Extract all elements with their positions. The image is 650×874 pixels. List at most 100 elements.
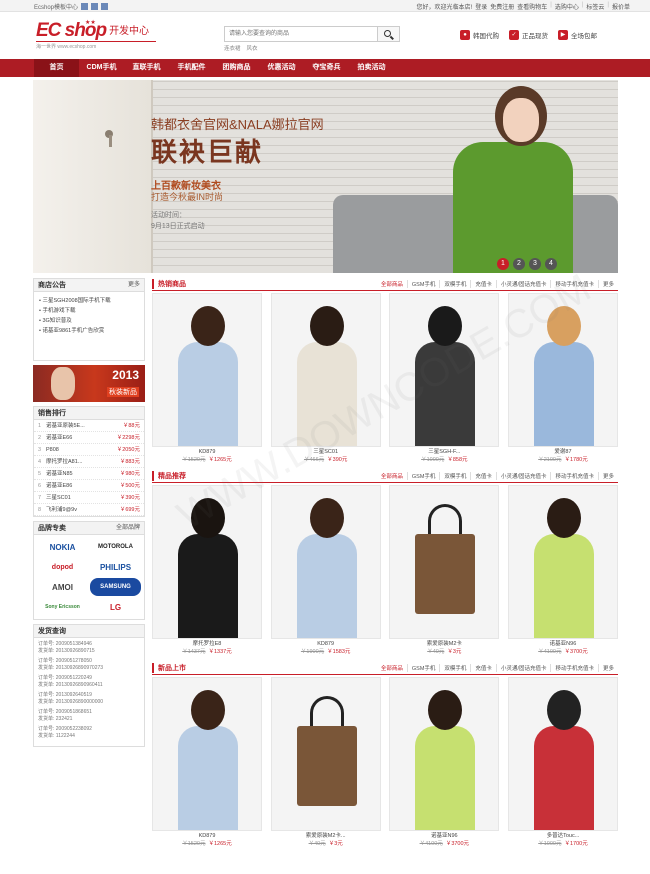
brand-logo-philips[interactable]: PHILIPS [90, 558, 141, 576]
rank-item[interactable]: 3 P808 ￥2050元 [34, 444, 144, 456]
all-brands-link[interactable]: 全部品牌 [116, 522, 140, 534]
section-tab[interactable]: 更多 [597, 280, 618, 288]
product-card[interactable]: KD879 ￥1900元 ￥1583元 [270, 485, 381, 656]
rank-item[interactable]: 7 三星SC01 ￥390元 [34, 492, 144, 504]
product-image[interactable] [507, 485, 618, 639]
section-tab[interactable]: 充值卡 [470, 472, 496, 480]
brand-logo-lg[interactable]: LG [90, 598, 141, 616]
product-image[interactable] [152, 677, 262, 831]
nav-item-home[interactable]: 首页 [34, 59, 79, 77]
section-tab[interactable]: GSM手机 [406, 280, 440, 288]
banner-dot-3[interactable]: 3 [529, 258, 541, 270]
nav-item-accessories[interactable]: 手机配件 [169, 59, 214, 77]
product-name[interactable]: 索爱原装M2卡 [389, 640, 499, 648]
product-card[interactable]: 三星SC01 ￥466元 ￥390元 [270, 293, 381, 464]
product-image[interactable] [389, 293, 500, 447]
product-image[interactable] [152, 485, 262, 639]
search-input[interactable] [225, 27, 377, 41]
product-image[interactable] [389, 677, 500, 831]
brand-logo-amoi[interactable]: AMOI [37, 578, 88, 596]
section-tab[interactable]: GSM手机 [406, 664, 440, 672]
nav-item-treasure[interactable]: 夺宝奇兵 [304, 59, 349, 77]
hero-banner[interactable]: 韩都衣舍官网&NALA娜拉官网 联袂巨献 上百款新妆美衣 打造今秋最IN时尚 活… [33, 80, 618, 273]
login-link[interactable]: 登录 [475, 2, 487, 11]
section-tab[interactable]: 全部商品 [377, 280, 407, 288]
brand-logo-nokia[interactable]: NOKIA [37, 538, 88, 556]
section-tab[interactable]: 双模手机 [439, 472, 470, 480]
section-tab[interactable]: 全部商品 [377, 664, 407, 672]
nav-item-group-buy[interactable]: 团购商品 [214, 59, 259, 77]
section-tab[interactable]: 移动手机充值卡 [550, 472, 598, 480]
quote-link[interactable]: 报价单 [612, 2, 630, 11]
section-tab[interactable]: 移动手机充值卡 [550, 664, 598, 672]
section-tab[interactable]: 双模手机 [439, 664, 470, 672]
hot-keyword[interactable]: 连衣裙 [224, 44, 241, 52]
section-tab[interactable]: 双模手机 [439, 280, 470, 288]
section-tab[interactable]: 全部商品 [377, 472, 407, 480]
hot-keyword[interactable]: 风衣 [247, 44, 258, 52]
section-tab[interactable]: 充值卡 [470, 280, 496, 288]
section-tab[interactable]: 小灵通/固话充值卡 [495, 664, 551, 672]
product-image[interactable] [152, 293, 262, 447]
notice-item[interactable]: • 手机游戏下载 [39, 306, 139, 316]
qq-icon[interactable] [101, 3, 109, 10]
banner-dot-1[interactable]: 1 [497, 258, 509, 270]
product-card[interactable]: KD879 ￥1520元 ￥1265元 [152, 293, 262, 464]
notice-item[interactable]: • 诺基亚9861手机广告欣赏 [39, 326, 139, 336]
product-image[interactable] [270, 677, 381, 831]
product-card[interactable]: 诺基亚N96 ￥4100元 ￥3700元 [389, 677, 500, 848]
rank-item[interactable]: 1 诺基亚原装5E... ￥88元 [34, 420, 144, 432]
product-card[interactable]: KD879 ￥1520元 ￥1265元 [152, 677, 262, 848]
product-card[interactable]: 三星SGH-F... ￥1000元 ￥858元 [389, 293, 500, 464]
rank-item[interactable]: 6 诺基亚E86 ￥500元 [34, 480, 144, 492]
register-link[interactable]: 免费注册 [490, 2, 514, 11]
rank-item[interactable]: 2 诺基亚E66 ￥2298元 [34, 432, 144, 444]
product-name[interactable]: 爱谢87 [508, 448, 618, 456]
rank-item[interactable]: 5 诺基亚N85 ￥980元 [34, 468, 144, 480]
product-card[interactable]: 诺基亚N96 ￥4100元 ￥3700元 [507, 485, 618, 656]
section-tab[interactable]: 充值卡 [470, 664, 496, 672]
section-tab[interactable]: 更多 [597, 664, 618, 672]
section-tab[interactable]: 更多 [597, 472, 618, 480]
product-name[interactable]: 诺基亚N96 [389, 832, 499, 840]
weibo-icon[interactable] [91, 3, 99, 10]
product-name[interactable]: 索爱原装M2卡... [271, 832, 381, 840]
product-image[interactable] [389, 485, 500, 639]
product-name[interactable]: 摩托罗拉E8 [152, 640, 262, 648]
tag-cloud-link[interactable]: 标签云 [586, 2, 604, 11]
promo-banner[interactable]: 2013 秋装新品 [33, 365, 145, 402]
banner-dot-2[interactable]: 2 [513, 258, 525, 270]
product-image[interactable] [507, 677, 618, 831]
cart-link[interactable]: 查看购物车 [517, 2, 547, 11]
product-name[interactable]: 多普达Touc... [508, 832, 618, 840]
product-card[interactable]: 多普达Touc... ￥1000元 ￥1700元 [507, 677, 618, 848]
product-card[interactable]: 爱谢87 ￥2100元 ￥1780元 [507, 293, 618, 464]
brand-logo-dopod[interactable]: dopod [37, 558, 88, 576]
product-card[interactable]: 索爱原装M2卡... ￥40元 ￥3元 [270, 677, 381, 848]
notice-item[interactable]: • 三星SGH2008国际手机下载 [39, 296, 139, 306]
rank-item[interactable]: 4 摩托罗拉A81... ￥883元 [34, 456, 144, 468]
notice-more-link[interactable]: 更多 [128, 279, 140, 291]
banner-dot-4[interactable]: 4 [545, 258, 557, 270]
product-card[interactable]: 索爱原装M2卡 ￥40元 ￥3元 [389, 485, 500, 656]
buy-center-link[interactable]: 选购中心 [555, 2, 579, 11]
brand-logo-sony-ericsson[interactable]: Sony Ericsson [37, 598, 88, 616]
product-name[interactable]: KD879 [152, 448, 262, 456]
section-tab[interactable]: 小灵通/固话充值卡 [495, 472, 551, 480]
section-tab[interactable]: 小灵通/固话充值卡 [495, 280, 551, 288]
product-image[interactable] [270, 485, 381, 639]
rank-item[interactable]: 8 飞利浦9@9v ￥699元 [34, 504, 144, 516]
nav-item-auction[interactable]: 拍卖活动 [349, 59, 394, 77]
product-name[interactable]: 三星SC01 [271, 448, 381, 456]
search-button[interactable] [377, 27, 399, 41]
product-name[interactable]: 三星SGH-F... [389, 448, 499, 456]
product-name[interactable]: KD879 [271, 640, 381, 648]
brand-logo-samsung[interactable]: SAMSUNG [90, 578, 141, 596]
nav-item-promotions[interactable]: 优惠活动 [259, 59, 304, 77]
product-image[interactable] [507, 293, 618, 447]
brand-logo-motorola[interactable]: MOTOROLA [90, 538, 141, 556]
section-tab[interactable]: 移动手机充值卡 [550, 280, 598, 288]
nav-item-cdm[interactable]: CDM手机 [79, 59, 124, 77]
product-name[interactable]: 诺基亚N96 [508, 640, 618, 648]
share-icon[interactable] [81, 3, 89, 10]
